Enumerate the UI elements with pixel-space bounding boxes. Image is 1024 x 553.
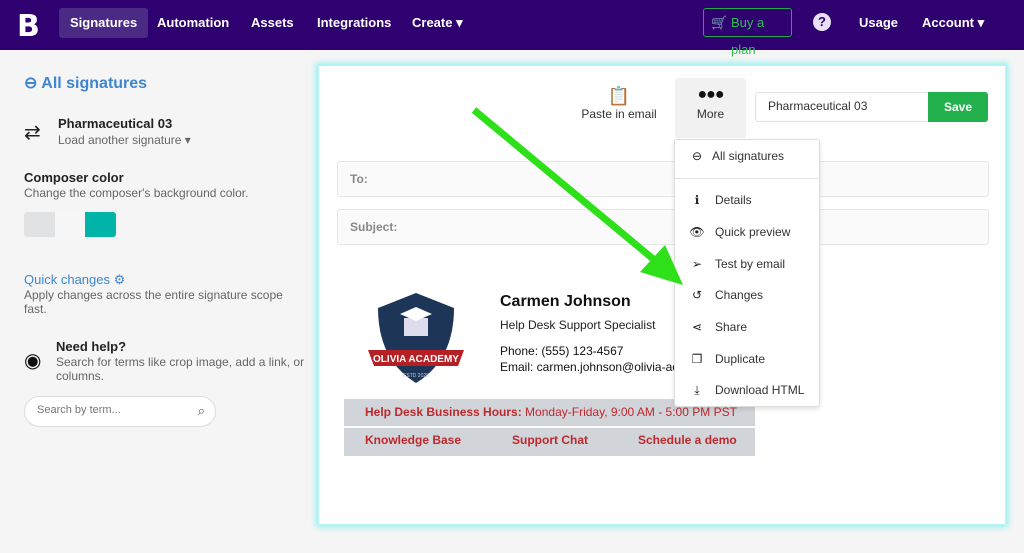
help-search-input[interactable] <box>37 404 187 416</box>
copy-icon: ❐ <box>691 352 703 366</box>
buy-plan-button[interactable]: 🛒 Buy a plan <box>703 8 792 57</box>
menu-label: Quick preview <box>715 225 791 239</box>
svg-text:OLIVIA ACADEMY: OLIVIA ACADEMY <box>373 354 459 365</box>
quick-changes-link[interactable]: Quick changes ⚙ <box>24 272 125 288</box>
color-swatch-white[interactable] <box>54 212 86 237</box>
menu-details[interactable]: ℹ Details <box>675 186 819 214</box>
sig-link-schedule-demo[interactable]: Schedule a demo <box>638 428 737 452</box>
nav-usage[interactable]: Usage <box>848 8 909 38</box>
signature-name-input[interactable]: Pharmaceutical 03 <box>755 92 929 122</box>
menu-label: Test by email <box>715 257 786 271</box>
download-icon: ⤓ <box>694 383 700 397</box>
signature-name: Pharmaceutical 03 <box>58 116 173 131</box>
sig-link-knowledge-base[interactable]: Knowledge Base <box>365 428 461 452</box>
hours-label: Help Desk Business Hours: <box>365 405 522 419</box>
sig-phone: Phone: (555) 123-4567 <box>500 344 624 358</box>
help-search: ⌕ <box>24 396 216 427</box>
menu-label: Details <box>715 193 752 207</box>
menu-share[interactable]: ⋖ Share <box>675 313 819 341</box>
sig-link-support-chat[interactable]: Support Chat <box>512 428 588 452</box>
color-swatch-gray[interactable] <box>24 212 55 237</box>
nav-assets[interactable]: Assets <box>240 8 305 38</box>
more-dropdown-menu: ⊖ All signatures ℹ Details 👁 Quick preview … <box>674 139 820 407</box>
quick-changes-desc: Apply changes across the entire signatur… <box>24 288 283 316</box>
paste-label: Paste in email <box>581 107 657 121</box>
color-picker <box>24 212 116 237</box>
history-icon: ↺ <box>691 288 703 302</box>
sig-email: Email: carmen.johnson@olivia-ac <box>500 360 675 374</box>
all-signatures-link[interactable]: ⊖ All signatures <box>24 73 147 93</box>
nav-integrations[interactable]: Integrations <box>306 8 402 38</box>
quick-changes-label: Quick changes <box>24 272 110 287</box>
menu-download-html[interactable]: ⤓ Download HTML <box>675 376 819 404</box>
sig-links-bar: Knowledge Base Support Chat Schedule a d… <box>344 428 755 456</box>
composer-desc: Change the composer's background color. <box>24 186 249 200</box>
logo[interactable]: B <box>17 9 40 44</box>
olivia-academy-logo: OLIVIA ACADEMY ESTD 2025 <box>368 293 464 383</box>
to-field[interactable]: To: <box>337 161 989 197</box>
paste-in-email-button[interactable]: 📋 Paste in email <box>575 86 663 121</box>
menu-changes[interactable]: ↺ Changes <box>675 281 819 309</box>
cart-icon: 🛒 <box>711 15 728 30</box>
sig-title: Help Desk Support Specialist <box>500 318 656 332</box>
help-icon[interactable]: ? <box>813 13 831 31</box>
menu-divider <box>675 178 819 179</box>
back-circle-icon: ⊖ <box>691 149 703 163</box>
ellipsis-icon: ●●● <box>697 86 725 103</box>
menu-label: Duplicate <box>715 352 766 366</box>
load-another-dropdown[interactable]: Load another signature ▾ <box>58 133 191 147</box>
menu-quick-preview[interactable]: 👁 Quick preview <box>675 218 819 246</box>
svg-text:ESTD 2025: ESTD 2025 <box>403 373 429 379</box>
hours-value: Monday-Friday, 9:00 AM - 5:00 PM PST <box>521 405 737 419</box>
help-title: Need help? <box>56 339 127 354</box>
help-desc: Search for terms like crop image, add a … <box>56 355 305 383</box>
eye-icon: 👁 <box>689 225 705 239</box>
menu-all-signatures[interactable]: ⊖ All signatures <box>675 142 819 170</box>
nav-create[interactable]: Create ▾ <box>401 8 474 38</box>
save-button[interactable]: Save <box>928 92 988 122</box>
nav-account[interactable]: Account ▾ <box>911 8 995 38</box>
buy-label: Buy a plan <box>731 15 765 57</box>
more-button[interactable]: ●●● More <box>675 78 746 138</box>
gears-icon: ⚙ <box>113 272 126 287</box>
active-caret <box>91 44 103 50</box>
info-icon: ℹ <box>694 193 700 207</box>
color-swatch-teal[interactable] <box>85 212 116 237</box>
menu-duplicate[interactable]: ❐ Duplicate <box>675 345 819 373</box>
nav-signatures[interactable]: Signatures <box>59 8 149 38</box>
back-arrow-icon: ⊖ <box>24 75 38 92</box>
search-icon[interactable]: ⌕ <box>198 403 205 419</box>
composer-title: Composer color <box>24 170 124 185</box>
lifebuoy-icon: ◉ <box>24 350 42 372</box>
clipboard-icon: 📋 <box>607 86 631 106</box>
top-nav: B Signatures Automation Assets Integrati… <box>0 0 1024 57</box>
menu-label: All signatures <box>712 149 785 163</box>
more-label: More <box>696 107 725 121</box>
sig-name: Carmen Johnson <box>500 293 631 310</box>
menu-label: Download HTML <box>715 383 805 397</box>
menu-test-by-email[interactable]: ➢ Test by email <box>675 250 819 278</box>
subject-field[interactable]: Subject: <box>337 209 989 245</box>
paper-plane-icon: ➢ <box>691 257 703 271</box>
menu-label: Share <box>715 320 748 334</box>
nav-automation[interactable]: Automation <box>146 8 240 38</box>
share-icon: ⋖ <box>691 320 703 334</box>
swap-icon: ⇄ <box>24 122 41 144</box>
menu-label: Changes <box>715 288 764 302</box>
back-label: All signatures <box>41 75 148 92</box>
